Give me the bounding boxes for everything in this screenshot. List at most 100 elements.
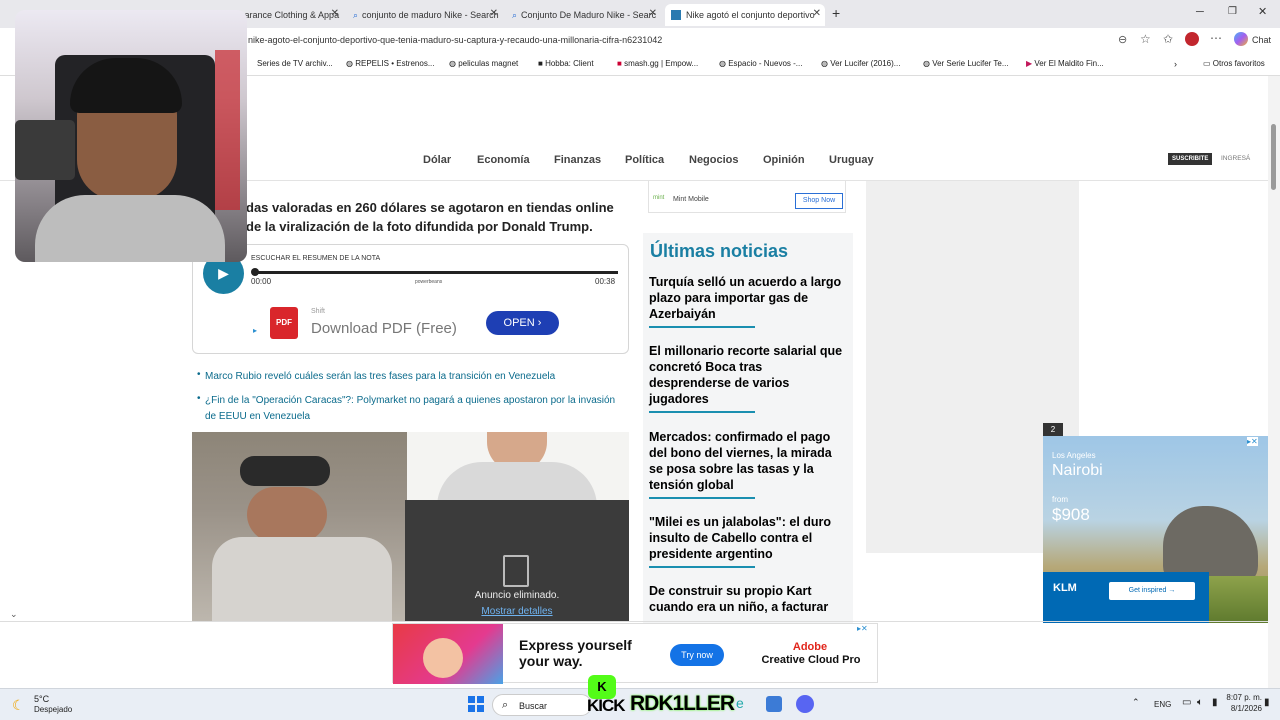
news-separator	[649, 411, 755, 413]
login-link[interactable]: INGRESÁ	[1221, 155, 1250, 162]
copilot-icon[interactable]	[1234, 32, 1248, 46]
windows-start-icon[interactable]	[468, 696, 484, 712]
page-scrollbar[interactable]	[1268, 76, 1280, 688]
language-indicator[interactable]: ENG	[1154, 700, 1171, 709]
divider	[0, 621, 1268, 622]
nav-negocios[interactable]: Negocios	[689, 154, 739, 166]
bookmark-item[interactable]: ■ smash.gg | Empow...	[617, 59, 698, 68]
try-now-button[interactable]: Try now	[670, 644, 724, 666]
related-item[interactable]: • ¿Fin de la "Operación Caracas"?: Polym…	[197, 392, 617, 424]
nav-uruguay[interactable]: Uruguay	[829, 154, 874, 166]
bookmark-icon: ■	[617, 59, 625, 68]
bookmark-item[interactable]: Series de TV archiv...	[257, 59, 333, 68]
adobe-ad[interactable]: Express yourself your way. Try now Adobe…	[392, 623, 878, 684]
news-title[interactable]: "Milei es un jalabolas": el duro insulto…	[649, 514, 844, 562]
adobe-line-2: your way.	[519, 653, 583, 669]
scrollbar-thumb[interactable]	[1271, 124, 1276, 190]
adchoices-icon[interactable]: ▸	[253, 326, 257, 335]
news-item[interactable]: El millonario recorte salarial que concr…	[649, 343, 844, 413]
news-title[interactable]: Turquía selló un acuerdo a largo plazo p…	[649, 274, 844, 322]
news-title[interactable]: Mercados: confirmado el pago del bono de…	[649, 429, 844, 493]
show-details-link[interactable]: Mostrar detalles	[405, 606, 629, 617]
photo-hoodie	[212, 537, 392, 622]
news-item[interactable]: "Milei es un jalabolas": el duro insulto…	[649, 514, 844, 568]
bookmark-item[interactable]: ◍ REPELIS • Estrenos...	[346, 59, 434, 68]
nav-economia[interactable]: Economía	[477, 154, 530, 166]
volume-icon[interactable]: 🔈︎	[1197, 697, 1203, 708]
clock-time[interactable]: 8:07 p. m.	[1218, 693, 1262, 702]
bookmark-item[interactable]: ▶ Ver El Maldito Fin...	[1026, 59, 1104, 68]
webcam-mic	[15, 120, 75, 180]
globe-icon: ◍	[346, 59, 356, 68]
news-title[interactable]: El millonario recorte salarial que concr…	[649, 343, 844, 407]
news-item[interactable]: De construir su propio Kart cuando era u…	[649, 583, 844, 623]
favorite-star-icon[interactable]: ☆	[1140, 32, 1151, 46]
bookmark-item[interactable]: ◍ Espacio - Nuevos -...	[719, 59, 802, 68]
related-link-2[interactable]: ¿Fin de la "Operación Caracas"?: Polymar…	[205, 395, 615, 422]
adchoices-icon[interactable]: ▸✕	[1247, 437, 1258, 446]
minimize-icon[interactable]: ─	[1196, 6, 1204, 18]
tab-search-1[interactable]: ⌕ conjunto de maduro Nike - Search ✕	[347, 4, 502, 26]
close-window-icon[interactable]: ✕	[1258, 5, 1267, 18]
chevron-down-icon[interactable]: ⌄	[10, 609, 18, 620]
extension-icon[interactable]	[1185, 32, 1199, 46]
globe-icon: ◍	[923, 59, 933, 68]
klm-ad[interactable]: Los Angeles Nairobi from $908 KLM Get in…	[1043, 436, 1268, 623]
close-tab-icon[interactable]: ✕	[813, 8, 821, 19]
removed-ad-text: Anuncio eliminado.	[474, 590, 560, 601]
adchoices-icon[interactable]: ▸✕	[857, 624, 868, 633]
subscribe-button[interactable]: SUSCRIBITE	[1168, 153, 1213, 165]
site-favicon-icon	[671, 10, 681, 20]
tab-search-2[interactable]: ⌕ Conjunto De Maduro Nike - Searc ✕	[506, 4, 661, 26]
klm-from-label: from	[1052, 495, 1068, 504]
pdf-open-button[interactable]: OPEN ›	[486, 311, 559, 335]
other-favorites[interactable]: ▭ Otros favoritos	[1203, 59, 1265, 68]
clock-date[interactable]: 8/1/2026	[1218, 704, 1262, 713]
bookmark-item[interactable]: ◍ Ver Serie Lucifer Te...	[923, 59, 1009, 68]
close-tab-icon[interactable]: ✕	[490, 8, 498, 19]
taskbar-search[interactable]: ⌕ Buscar	[492, 694, 592, 716]
edge-icon[interactable]: e	[736, 695, 744, 711]
chevron-right-icon[interactable]: ›	[1174, 59, 1177, 69]
chevron-up-icon[interactable]: ⌃	[1132, 697, 1140, 708]
related-link-1[interactable]: Marco Rubio reveló cuáles serán las tres…	[205, 371, 555, 382]
discord-icon[interactable]	[796, 695, 814, 713]
chat-label[interactable]: Chat	[1252, 35, 1271, 45]
nav-dolar[interactable]: Dólar	[423, 154, 451, 166]
tab-label: Clearance Clothing & Appa	[231, 10, 340, 20]
maximize-icon[interactable]: ❐	[1228, 6, 1237, 17]
url-text[interactable]: nike-agoto-el-conjunto-deportivo-que-ten…	[248, 35, 1108, 45]
globe-icon: ◍	[449, 59, 459, 68]
bookmark-item[interactable]: ◍ Ver Lucifer (2016)...	[821, 59, 900, 68]
network-icon[interactable]: ▭	[1182, 697, 1191, 708]
weather-desc: Despejado	[34, 705, 73, 714]
battery-icon[interactable]: ▮	[1212, 697, 1218, 708]
bookmark-item[interactable]: ■ Hobba: Client	[538, 59, 594, 68]
tab-nike-article[interactable]: Nike agotó el conjunto deportivo ✕	[665, 4, 825, 26]
bookmark-item[interactable]: ◍ peliculas magnet	[449, 59, 518, 68]
store-icon[interactable]	[766, 696, 782, 712]
related-item[interactable]: • Marco Rubio reveló cuáles serán las tr…	[197, 368, 617, 384]
pdf-ad[interactable]: ▸ PDF Shift Download PDF (Free) OPEN ›	[253, 299, 567, 345]
news-title[interactable]: De construir su propio Kart cuando era u…	[649, 583, 844, 615]
notifications-icon[interactable]: ▮	[1264, 697, 1270, 708]
close-tab-icon[interactable]: ✕	[649, 8, 657, 19]
news-item[interactable]: Mercados: confirmado el pago del bono de…	[649, 429, 844, 499]
nav-finanzas[interactable]: Finanzas	[554, 154, 601, 166]
news-item[interactable]: Turquía selló un acuerdo a largo plazo p…	[649, 274, 844, 328]
favorites-icon[interactable]: ✩	[1163, 32, 1173, 46]
mint-ad[interactable]: mint Mint Mobile Shop Now	[648, 181, 846, 213]
klm-cta-button[interactable]: Get inspired →	[1109, 582, 1195, 600]
webcam-overlay	[15, 10, 247, 262]
audio-progress-bar[interactable]	[254, 271, 618, 274]
audio-scrubber[interactable]	[251, 268, 259, 276]
weather-temp: 5°C	[34, 694, 50, 704]
nav-politica[interactable]: Política	[625, 154, 664, 166]
adobe-line-1: Express yourself	[519, 637, 632, 653]
shop-now-button[interactable]: Shop Now	[795, 193, 843, 209]
reader-icon[interactable]: ⊖	[1118, 33, 1127, 46]
nav-opinion[interactable]: Opinión	[763, 154, 805, 166]
new-tab-icon[interactable]: +	[832, 5, 840, 21]
more-menu-icon[interactable]: ⋯	[1210, 31, 1222, 45]
close-tab-icon[interactable]: ✕	[331, 8, 339, 19]
